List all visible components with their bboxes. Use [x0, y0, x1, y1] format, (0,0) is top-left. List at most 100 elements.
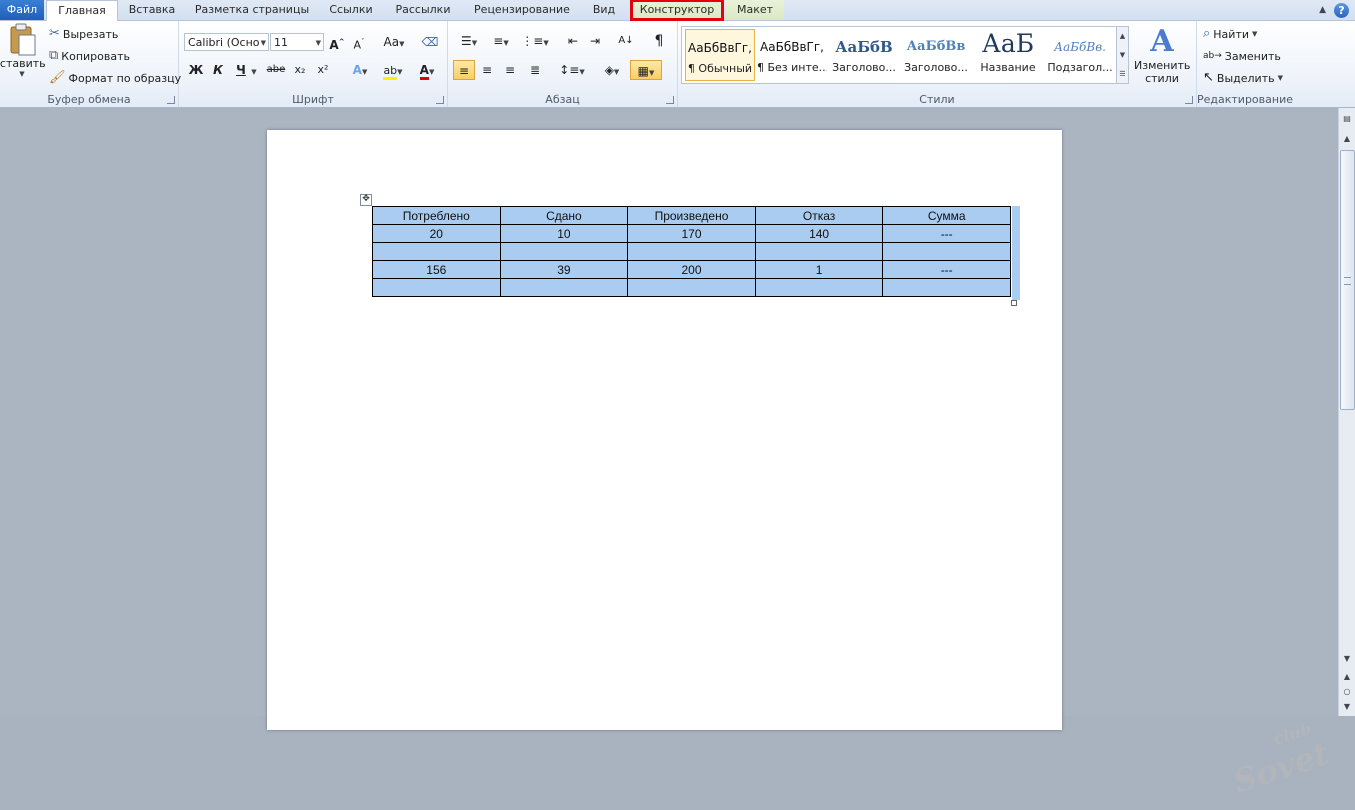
scroll-up-icon[interactable]: ▲	[1120, 32, 1125, 40]
sort-icon[interactable]: A↓	[615, 31, 637, 51]
style-heading-1[interactable]: АаБбВ Заголово...	[829, 29, 899, 81]
table-cell[interactable]: 140	[754, 224, 884, 243]
underline-dropdown-icon[interactable]: ▼	[249, 60, 259, 80]
subscript-button[interactable]: x₂	[289, 60, 311, 80]
document-page[interactable]: ✥ Потреблено Сдано Произведено Отказ Сум…	[267, 130, 1062, 730]
table-cell[interactable]	[882, 242, 1011, 261]
browse-object-icon[interactable]: ○	[1339, 685, 1355, 699]
table-cell[interactable]: 170	[627, 224, 756, 243]
table-cell[interactable]: Потреблено	[372, 206, 501, 225]
tab-layout[interactable]: Макет	[726, 0, 784, 20]
decrease-indent-icon[interactable]: ⇤	[562, 31, 584, 51]
table-cell[interactable]	[499, 278, 629, 297]
previous-page-icon[interactable]: ▲	[1339, 670, 1355, 684]
style-subtitle[interactable]: АаБбВв. Подзагол...	[1045, 29, 1115, 81]
table-cell[interactable]: Сумма	[882, 206, 1011, 225]
font-size-combo[interactable]: 11 ▼	[270, 33, 324, 51]
numbering-icon[interactable]: ≡▼	[486, 31, 516, 51]
scroll-up-arrow-icon[interactable]: ▲	[1339, 132, 1355, 146]
scroll-down-icon[interactable]: ▼	[1120, 51, 1125, 59]
strikethrough-button[interactable]: abe	[265, 60, 287, 80]
borders-icon[interactable]: ▦▼	[630, 60, 662, 80]
table-resize-handle[interactable]	[1011, 300, 1017, 306]
style-no-spacing[interactable]: АаБбВвГг, ¶ Без инте...	[757, 29, 827, 81]
align-center-button[interactable]: ≡	[476, 60, 498, 80]
help-icon[interactable]: ?	[1334, 2, 1349, 18]
table-cell[interactable]	[372, 242, 501, 261]
cut-button[interactable]: ✂ Вырезать	[49, 26, 118, 42]
table-cell[interactable]: ---	[882, 224, 1011, 243]
shrink-font-icon[interactable]: Aˇ	[348, 32, 370, 52]
text-effects-icon[interactable]: A▼	[345, 60, 375, 80]
style-normal[interactable]: АаБбВвГг, ¶ Обычный	[685, 29, 755, 81]
increase-indent-icon[interactable]: ⇥	[584, 31, 606, 51]
paste-dropdown-icon[interactable]: ▼	[19, 70, 24, 78]
paragraph-launcher-icon[interactable]	[666, 96, 674, 104]
clear-formatting-icon[interactable]: ⌫	[419, 32, 441, 52]
multilevel-list-icon[interactable]: ⋮≡▼	[520, 31, 550, 51]
tab-references[interactable]: Ссылки	[321, 0, 381, 20]
tab-design[interactable]: Конструктор	[630, 0, 724, 21]
change-styles-button[interactable]: A Изменить стили	[1133, 25, 1191, 86]
table-cell[interactable]: Произведено	[627, 206, 756, 225]
tab-file[interactable]: Файл	[0, 0, 44, 20]
tab-mailings[interactable]: Рассылки	[387, 0, 459, 20]
table-cell[interactable]: 156	[372, 260, 501, 279]
minimize-ribbon-icon[interactable]: ▲	[1319, 5, 1326, 15]
styles-gallery-scroll[interactable]: ▲ ▼ ☰	[1117, 26, 1129, 84]
bold-button[interactable]: Ж	[185, 60, 207, 80]
superscript-button[interactable]: x²	[312, 60, 334, 80]
table-cell[interactable]	[882, 278, 1011, 297]
table-cell[interactable]: 20	[372, 224, 501, 243]
ruler-toggle-icon[interactable]: ▤	[1339, 112, 1355, 126]
table-cell[interactable]: Сдано	[499, 206, 629, 225]
next-page-icon[interactable]: ▼	[1339, 700, 1355, 714]
table-cell[interactable]: ---	[882, 260, 1011, 279]
style-heading-2[interactable]: АаБбВв Заголово...	[901, 29, 971, 81]
clipboard-launcher-icon[interactable]	[167, 96, 175, 104]
font-name-combo[interactable]: Calibri (Осно ▼	[184, 33, 269, 51]
shading-icon[interactable]: ◈▼	[596, 60, 628, 80]
highlight-color-icon[interactable]: ab▼	[377, 60, 409, 80]
table-cell[interactable]: 10	[499, 224, 629, 243]
scroll-down-arrow-icon[interactable]: ▼	[1339, 652, 1355, 666]
table-cell[interactable]: Отказ	[754, 206, 884, 225]
align-right-button[interactable]: ≡	[499, 60, 521, 80]
table-cell[interactable]: 1	[754, 260, 884, 279]
font-color-icon[interactable]: A▼	[411, 60, 443, 80]
bullets-icon[interactable]: ☰▼	[454, 31, 484, 51]
grow-font-icon[interactable]: A^	[326, 32, 348, 52]
document-table[interactable]: Потреблено Сдано Произведено Отказ Сумма…	[372, 206, 1011, 297]
scroll-thumb[interactable]	[1340, 150, 1355, 410]
more-styles-icon[interactable]: ☰	[1119, 70, 1125, 78]
font-launcher-icon[interactable]	[436, 96, 444, 104]
justify-button[interactable]: ≣	[524, 60, 546, 80]
select-button[interactable]: ↖ Выделить ▼	[1203, 70, 1283, 86]
replace-button[interactable]: ab→ Заменить	[1203, 48, 1281, 64]
table-cell[interactable]: 200	[627, 260, 756, 279]
copy-button[interactable]: ⧉ Копировать	[49, 48, 130, 64]
table-cell[interactable]	[754, 278, 884, 297]
tab-view[interactable]: Вид	[585, 0, 623, 20]
table-cell[interactable]	[627, 278, 756, 297]
table-cell[interactable]	[372, 278, 501, 297]
line-spacing-icon[interactable]: ↕≡▼	[556, 60, 588, 80]
styles-launcher-icon[interactable]	[1185, 96, 1193, 104]
change-case-icon[interactable]: Aa▼	[379, 32, 409, 52]
align-left-button[interactable]: ≡	[453, 60, 475, 80]
paste-button[interactable]: Вставить ▼	[0, 23, 46, 83]
format-painter-button[interactable]: 🖌 Формат по образцу	[49, 70, 181, 86]
tab-home[interactable]: Главная	[46, 0, 118, 22]
tab-page-layout[interactable]: Разметка страницы	[189, 0, 315, 20]
show-formatting-icon[interactable]: ¶	[648, 31, 670, 51]
tab-insert[interactable]: Вставка	[121, 0, 183, 20]
find-button[interactable]: ⌕ Найти ▼	[1203, 26, 1257, 42]
table-cell[interactable]	[754, 242, 884, 261]
table-cell[interactable]	[499, 242, 629, 261]
vertical-scrollbar[interactable]: ▤ ▲ ▼ ▲ ○ ▼	[1338, 108, 1355, 716]
table-move-handle-icon[interactable]: ✥	[360, 194, 372, 206]
table-cell[interactable]	[627, 242, 756, 261]
style-title[interactable]: АаБ Название	[973, 29, 1043, 81]
table-cell[interactable]: 39	[499, 260, 629, 279]
italic-button[interactable]: К	[207, 60, 229, 80]
